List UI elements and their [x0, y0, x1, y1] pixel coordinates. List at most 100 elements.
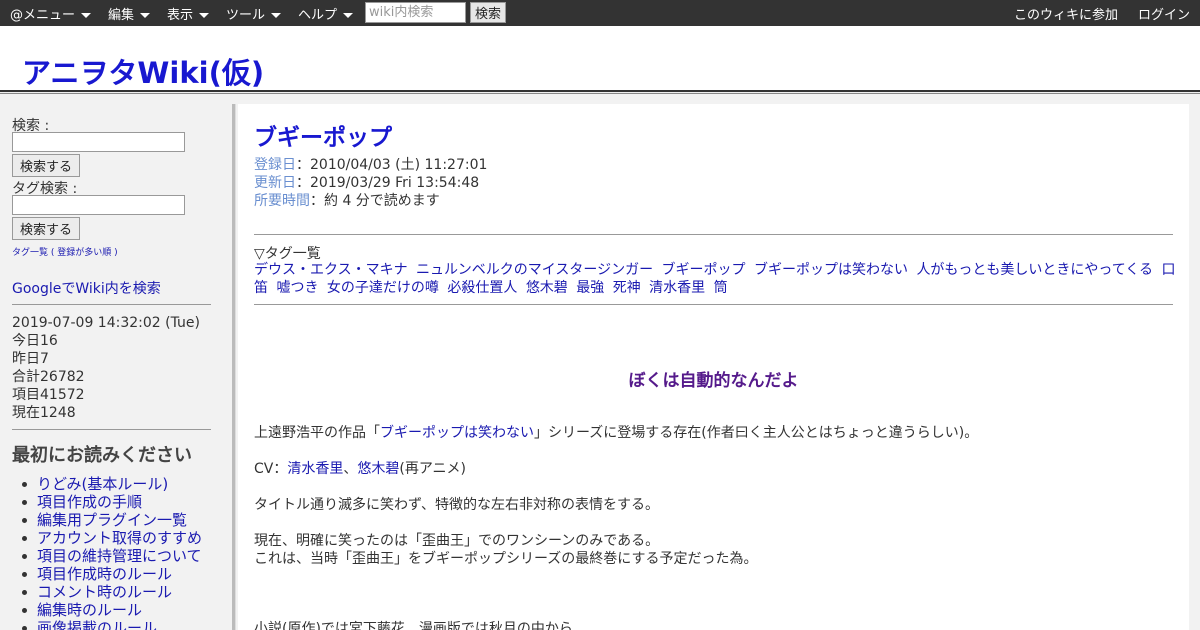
menu-view[interactable]: 表示: [167, 4, 210, 23]
tag-link[interactable]: 最強: [576, 280, 604, 296]
text-span: 」シリーズに登場する存在(作者曰く主人公とはちょっと違うらしい)。: [534, 425, 979, 441]
column-divider: [232, 104, 236, 630]
cv-paragraph: CV：清水香里、悠木碧(再アニメ): [254, 458, 466, 478]
stats-datetime: 2019-07-09 14:32:02 (Tue): [12, 315, 200, 331]
tag-link[interactable]: ブギーポップ: [662, 262, 746, 278]
tag-list-link[interactable]: タグ一覧: [12, 248, 48, 258]
rule-link[interactable]: 項目の維持管理について: [37, 547, 202, 565]
join-wiki-link[interactable]: このウィキに参加: [1014, 4, 1118, 23]
read-first-heading: 最初にお読みください: [12, 445, 192, 466]
google-search-link[interactable]: GoogleでWiki内を検索: [12, 278, 161, 298]
rule-link[interactable]: 編集用プラグイン一覧: [37, 511, 187, 529]
stats-today: 今日16: [12, 333, 58, 349]
rule-link[interactable]: 編集時のルール: [37, 601, 142, 619]
tag-link[interactable]: 嘘つき: [276, 280, 318, 296]
menu-label: 編集: [108, 8, 135, 23]
meta-label: 所要時間: [254, 193, 310, 209]
tags-heading[interactable]: ▽タグ一覧: [254, 243, 321, 263]
tag-link[interactable]: 筒: [714, 280, 728, 296]
tag-link[interactable]: 必殺仕置人: [447, 280, 517, 296]
list-item[interactable]: 画像掲載のルール: [12, 619, 202, 630]
reading-time: 所要時間：約 4 分で読めます: [254, 190, 440, 210]
tags-divider-top: [254, 234, 1173, 235]
list-item[interactable]: 項目作成の手順: [12, 493, 202, 511]
rule-link[interactable]: 項目作成の手順: [37, 493, 142, 511]
page-title[interactable]: ブギーポップ: [254, 118, 392, 152]
meta-value: ：2019/03/29 Fri 13:54:48: [296, 175, 480, 191]
voice-actor-link[interactable]: 清水香里: [287, 461, 343, 477]
updated-date: 更新日：2019/03/29 Fri 13:54:48: [254, 172, 479, 192]
tag-link[interactable]: 死神: [613, 280, 641, 296]
list-item[interactable]: 編集時のルール: [12, 601, 202, 619]
rule-link[interactable]: 画像掲載のルール: [37, 619, 157, 630]
sidebar-search-input[interactable]: [12, 132, 185, 152]
main-content: ブギーポップ 登録日：2010/04/03 (土) 11:27:01 更新日：2…: [238, 104, 1189, 630]
tag-link[interactable]: ニュルンベルクのマイスタージンガー: [416, 262, 653, 278]
text-span: (再アニメ): [399, 461, 467, 477]
list-item[interactable]: 編集用プラグイン一覧: [12, 511, 202, 529]
registered-date: 登録日：2010/04/03 (土) 11:27:01: [254, 154, 487, 174]
sidebar-divider: [12, 429, 211, 430]
caret-down-icon: [343, 13, 354, 18]
tag-search-input[interactable]: [12, 195, 185, 215]
menu-label: ツール: [226, 8, 266, 23]
tag-list-popular-link[interactable]: 登録が多い順: [57, 248, 111, 258]
caret-down-icon: [140, 13, 151, 18]
list-item[interactable]: コメント時のルール: [12, 583, 202, 601]
list-item[interactable]: 項目作成時のルール: [12, 565, 202, 583]
rule-link[interactable]: りどみ(基本ルール): [37, 475, 168, 493]
paren-text: (: [48, 248, 58, 258]
catchphrase-heading: ぼくは自動的なんだよ: [628, 371, 799, 391]
stats-current: 現在1248: [12, 405, 76, 421]
site-title[interactable]: アニヲタWiki(仮): [22, 50, 264, 92]
access-counter: 2019-07-09 14:32:02 (Tue) 今日16 昨日7 合計267…: [12, 314, 200, 422]
voice-actor-link[interactable]: 悠木碧: [357, 461, 399, 477]
caret-down-icon: [81, 13, 92, 18]
rule-link[interactable]: アカウント取得のすすめ: [37, 529, 202, 547]
rule-link[interactable]: 項目作成時のルール: [37, 565, 172, 583]
menu-tools[interactable]: ツール: [226, 4, 282, 23]
caret-down-icon: [199, 13, 210, 18]
meta-value: ：約 4 分で読めます: [310, 193, 440, 209]
menu-help[interactable]: ヘルプ: [298, 4, 354, 23]
body-paragraph: 小説(原作)では宮下藤花、漫画版では秋月の中から: [254, 621, 573, 630]
wiki-search-input[interactable]: [365, 2, 466, 23]
menu-label: @メニュー: [10, 8, 76, 23]
tag-link[interactable]: ブギーポップは笑わない: [754, 262, 908, 278]
header-divider: [0, 90, 1200, 94]
tag-link[interactable]: 女の子達だけの噂: [327, 280, 439, 296]
stats-total: 合計26782: [12, 369, 85, 385]
rule-link[interactable]: コメント時のルール: [37, 583, 172, 601]
text-span: 上遠野浩平の作品「: [254, 425, 380, 441]
tag-list-links: タグ一覧 ( 登録が多い順 ): [12, 245, 118, 258]
login-link[interactable]: ログイン: [1138, 4, 1190, 23]
tag-link[interactable]: 悠木碧: [526, 280, 568, 296]
caret-down-icon: [271, 13, 282, 18]
list-item[interactable]: 項目の維持管理について: [12, 547, 202, 565]
tags-divider-bottom: [254, 304, 1173, 305]
list-item[interactable]: アカウント取得のすすめ: [12, 529, 202, 547]
rules-list: りどみ(基本ルール) 項目作成の手順 編集用プラグイン一覧 アカウント取得のすす…: [12, 475, 202, 630]
text-span: CV：: [254, 461, 288, 477]
sidebar-divider: [12, 304, 211, 305]
tag-link[interactable]: 人がもっとも美しいときにやってくる: [916, 262, 1153, 278]
tag-search-button[interactable]: 検索する: [12, 217, 80, 240]
text-span: 、: [343, 461, 358, 477]
menu-label: ヘルプ: [298, 8, 338, 23]
tag-link[interactable]: 清水香里: [649, 280, 705, 296]
wiki-search-button[interactable]: 検索: [470, 2, 506, 23]
tag-list: デウス・エクス・マキナ ニュルンベルクのマイスタージンガー ブギーポップ ブギー…: [254, 261, 1179, 297]
tag-link[interactable]: デウス・エクス・マキナ: [254, 262, 408, 278]
sidebar-search-button[interactable]: 検索する: [12, 154, 80, 177]
menu-atmenu[interactable]: @メニュー: [10, 4, 92, 23]
stats-items: 項目41572: [12, 387, 85, 403]
series-link[interactable]: ブギーポップは笑わない: [380, 425, 534, 441]
menu-edit[interactable]: 編集: [108, 4, 151, 23]
paren-text: ): [111, 248, 118, 258]
body-paragraph: 現在、明確に笑ったのは「歪曲王」でのワンシーンのみである。: [254, 533, 660, 549]
intro-paragraph: 上遠野浩平の作品「ブギーポップは笑わない」シリーズに登場する存在(作者曰く主人公…: [254, 422, 978, 442]
list-item[interactable]: りどみ(基本ルール): [12, 475, 202, 493]
site-header: アニヲタWiki(仮): [0, 26, 1200, 90]
meta-value: ：2010/04/03 (土) 11:27:01: [296, 157, 488, 173]
meta-label: 登録日: [254, 157, 296, 173]
